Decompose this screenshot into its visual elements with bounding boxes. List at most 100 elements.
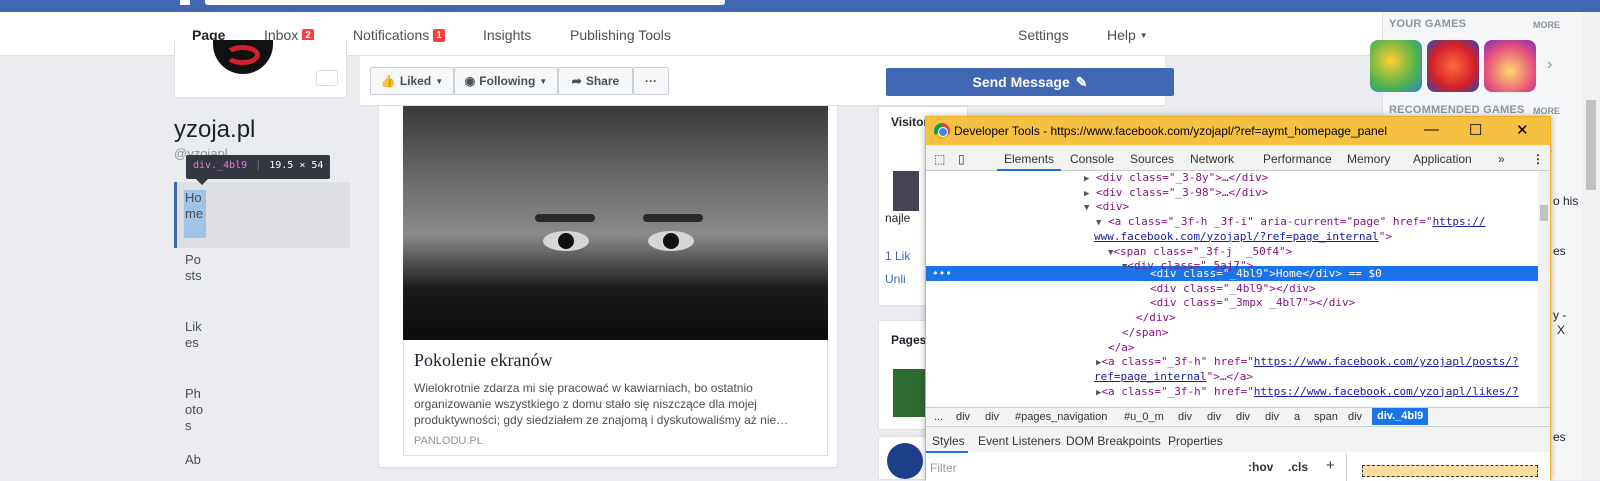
dom-href-link[interactable]: ref=page_internal bbox=[1094, 370, 1207, 383]
tab-performance[interactable]: Performance bbox=[1263, 152, 1332, 166]
dom-node[interactable]: ▶<a class="_3f-h" href="https://www.face… bbox=[1096, 355, 1519, 371]
visitor-name[interactable]: najle bbox=[885, 211, 910, 225]
dom-node[interactable]: </span> bbox=[1122, 326, 1168, 341]
more-games-link[interactable]: MORE bbox=[1533, 20, 1560, 30]
tab-network[interactable]: Network bbox=[1190, 152, 1234, 166]
tab-properties[interactable]: Properties bbox=[1168, 434, 1223, 448]
device-toggle-icon[interactable]: ▯ bbox=[958, 152, 965, 166]
breadcrumb-item[interactable]: div bbox=[956, 411, 970, 423]
devtools-titlebar[interactable]: Developer Tools - https://www.facebook.c… bbox=[926, 117, 1550, 145]
nav-item-likes[interactable]: Likes bbox=[185, 319, 207, 351]
share-button[interactable]: ➦ Share bbox=[558, 67, 633, 95]
visitor-thumb[interactable] bbox=[893, 171, 919, 211]
nav-item-home[interactable]: Home bbox=[185, 190, 207, 222]
breadcrumb-item[interactable]: div bbox=[1265, 411, 1279, 423]
tab-event-listeners[interactable]: Event Listeners bbox=[978, 434, 1061, 448]
nav-item-posts[interactable]: Posts bbox=[185, 252, 207, 284]
styles-filter-input[interactable]: Filter bbox=[930, 461, 957, 475]
page-avatar[interactable] bbox=[887, 443, 923, 479]
tab-memory[interactable]: Memory bbox=[1347, 152, 1390, 166]
tab-help[interactable]: Help ▼ bbox=[1107, 27, 1148, 43]
breadcrumb-item[interactable]: div bbox=[1207, 411, 1221, 423]
dom-node[interactable]: </a> bbox=[1108, 341, 1135, 356]
dom-href-link[interactable]: https://www.facebook.com/yzojapl/posts/? bbox=[1254, 355, 1519, 368]
dom-href-link[interactable]: www.facebook.com/yzojapl/?ref=page_inter… bbox=[1094, 230, 1379, 243]
minimize-icon[interactable]: — bbox=[1424, 121, 1439, 138]
send-message-button[interactable]: Send Message ✎ bbox=[886, 68, 1174, 96]
more-tabs-icon[interactable]: » bbox=[1498, 152, 1505, 166]
tab-application[interactable]: Application bbox=[1413, 152, 1472, 166]
breadcrumb-item[interactable]: div bbox=[985, 411, 999, 423]
camera-icon[interactable] bbox=[316, 70, 338, 86]
dom-href-link[interactable]: https:// bbox=[1433, 215, 1486, 228]
link-preview-image[interactable] bbox=[403, 106, 828, 340]
dom-node[interactable]: <div class="_4bl9"></div> bbox=[1150, 282, 1316, 297]
dom-node[interactable]: ▶ <div class="_3-98">…</div> bbox=[1084, 186, 1268, 202]
selected-dom-node[interactable]: <div class="_4bl9">Home</div> == $0 bbox=[1150, 267, 1382, 282]
chevron-right-icon[interactable]: › bbox=[1547, 56, 1552, 74]
breadcrumb-item[interactable]: a bbox=[1294, 411, 1300, 423]
breadcrumb-item[interactable]: div bbox=[1178, 411, 1192, 423]
elements-scrollbar-thumb[interactable] bbox=[1540, 205, 1548, 221]
dom-node[interactable]: ref=page_internal">…</a> bbox=[1094, 370, 1253, 385]
visitor-unlike[interactable]: Unli bbox=[885, 272, 906, 286]
breadcrumb-item-selected[interactable]: div._4bl9 bbox=[1372, 408, 1429, 425]
recommended-games-heading: RECOMMENDED GAMES bbox=[1389, 104, 1525, 116]
close-icon[interactable]: ✕ bbox=[1516, 121, 1529, 139]
post-link-title[interactable]: Pokolenie ekranów bbox=[414, 350, 552, 371]
more-recommended-link[interactable]: MORE bbox=[1533, 106, 1560, 116]
game-icon-3[interactable] bbox=[1484, 40, 1536, 92]
class-toggle[interactable]: .cls bbox=[1288, 460, 1308, 474]
dom-href-link[interactable]: https://www.facebook.com/yzojapl/likes/? bbox=[1254, 385, 1519, 398]
devtools-title: Developer Tools - https://www.facebook.c… bbox=[954, 124, 1388, 138]
dom-node[interactable]: ▼ <a class="_3f-h _3f-i" aria-current="p… bbox=[1096, 215, 1486, 231]
kebab-menu-icon[interactable]: ⋮ bbox=[1532, 152, 1544, 166]
dom-node[interactable]: www.facebook.com/yzojapl/?ref=page_inter… bbox=[1094, 230, 1392, 245]
breadcrumb-item[interactable]: div bbox=[1348, 411, 1362, 423]
tab-dom-breakpoints[interactable]: DOM Breakpoints bbox=[1066, 434, 1161, 448]
tab-console[interactable]: Console bbox=[1070, 152, 1114, 166]
sidebar-text-peek: es bbox=[1553, 244, 1566, 258]
visitor-likes[interactable]: 1 Lik bbox=[885, 249, 910, 263]
breadcrumb-item[interactable]: span bbox=[1314, 411, 1338, 423]
styles-filter-bar: Filter :hov .cls + bbox=[926, 453, 1346, 481]
hover-state-toggle[interactable]: :hov bbox=[1248, 460, 1273, 474]
node-actions-icon[interactable]: ••• bbox=[932, 267, 952, 282]
more-options-button[interactable]: ··· bbox=[633, 67, 669, 95]
breadcrumb-item[interactable]: #u_0_m bbox=[1124, 411, 1164, 423]
page-scrollbar-thumb[interactable] bbox=[1586, 100, 1596, 190]
dom-node[interactable]: ▼ <div> bbox=[1084, 200, 1129, 216]
tab-notifications[interactable]: Notifications 1 bbox=[353, 27, 445, 43]
dom-node[interactable]: <div class="_3mpx _4bl7"></div> bbox=[1150, 296, 1355, 311]
nav-item-photos[interactable]: Photos bbox=[185, 386, 207, 434]
dom-node[interactable]: ▼<span class="_3f-j _50f4"> bbox=[1108, 245, 1292, 261]
tab-settings[interactable]: Settings bbox=[1018, 27, 1069, 43]
breadcrumb-item[interactable]: div bbox=[1236, 411, 1250, 423]
inspect-element-icon[interactable]: ⬚ bbox=[934, 152, 945, 166]
devtools-tab-bar: ⬚ ▯ Elements Console Sources Network Per… bbox=[926, 145, 1550, 171]
breadcrumb-item[interactable]: #pages_navigation bbox=[1015, 411, 1107, 423]
breadcrumb-item[interactable]: ... bbox=[934, 411, 943, 423]
tab-styles[interactable]: Styles bbox=[932, 434, 965, 448]
following-button[interactable]: ◉ Following ▼ bbox=[454, 67, 558, 95]
post-link-description: Wielokrotnie zdarza mi się pracować w ka… bbox=[414, 381, 789, 427]
tab-elements[interactable]: Elements bbox=[1004, 152, 1054, 166]
tab-insights[interactable]: Insights bbox=[483, 27, 531, 43]
dom-node[interactable]: ▶<a class="_3f-h" href="https://www.face… bbox=[1096, 385, 1519, 401]
add-rule-button[interactable]: + bbox=[1326, 457, 1335, 474]
page-scrollbar[interactable] bbox=[1582, 12, 1600, 480]
dom-node[interactable]: </div> bbox=[1136, 311, 1176, 326]
tab-publishing-tools[interactable]: Publishing Tools bbox=[570, 27, 671, 43]
page-name[interactable]: yzoja.pl bbox=[174, 116, 255, 144]
nav-item-about[interactable]: Ab bbox=[185, 452, 207, 468]
game-icon-1[interactable] bbox=[1370, 40, 1422, 92]
dom-node[interactable]: ▶ <div class="_3-8y">…</div> bbox=[1084, 171, 1268, 187]
tab-sources[interactable]: Sources bbox=[1130, 152, 1174, 166]
post-link-source: PANLODU.PL bbox=[414, 435, 483, 447]
search-input[interactable] bbox=[205, 0, 725, 5]
liked-button[interactable]: 👍 Liked ▼ bbox=[370, 67, 454, 95]
game-icon-2[interactable] bbox=[1427, 40, 1479, 92]
facebook-logo[interactable] bbox=[180, 0, 190, 5]
caret-down-icon: ▼ bbox=[539, 76, 548, 86]
maximize-icon[interactable]: ☐ bbox=[1469, 121, 1482, 139]
